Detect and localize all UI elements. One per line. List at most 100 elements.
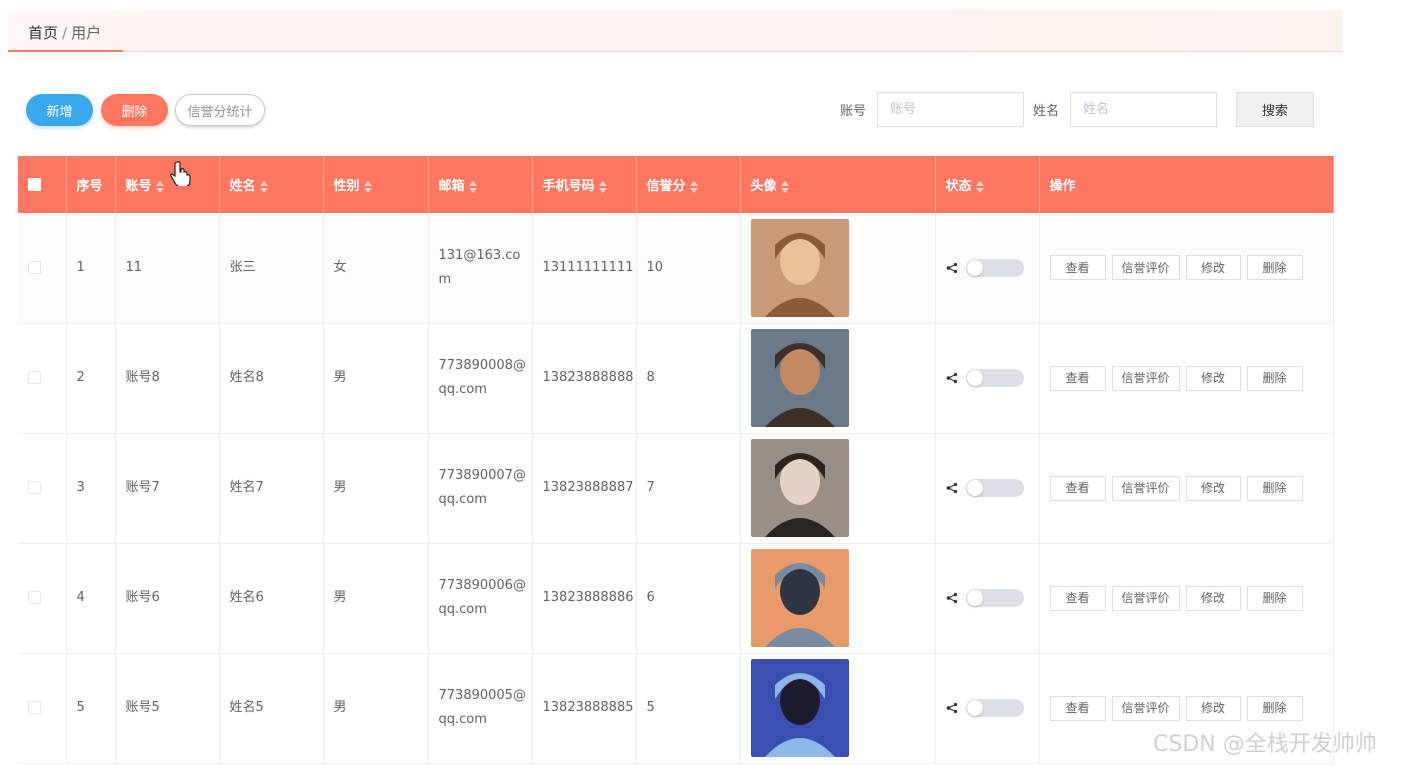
cell-account: 账号7 bbox=[115, 433, 220, 544]
cell-avatar bbox=[740, 433, 936, 544]
sort-icon[interactable] bbox=[468, 180, 477, 193]
table-row[interactable]: 2 账号8 姓名8 男 773890008@qq.com 13823888888 8 查看 信誉… bbox=[18, 323, 1334, 434]
cell-gender: 男 bbox=[323, 543, 429, 654]
view-button[interactable]: 查看 bbox=[1049, 365, 1106, 391]
header-name[interactable]: 姓名 bbox=[219, 156, 324, 213]
avatar[interactable] bbox=[750, 549, 849, 647]
status-toggle[interactable] bbox=[965, 479, 1024, 497]
view-button[interactable]: 查看 bbox=[1049, 585, 1106, 611]
sort-icon[interactable] bbox=[689, 180, 698, 193]
select-all-checkbox[interactable] bbox=[28, 178, 41, 191]
header-gender[interactable]: 性别 bbox=[323, 156, 429, 213]
cell-avatar bbox=[740, 213, 936, 324]
header-email[interactable]: 邮箱 bbox=[428, 156, 533, 213]
cell-name: 张三 bbox=[219, 213, 324, 324]
sort-icon[interactable] bbox=[598, 180, 607, 193]
search-button[interactable]: 搜索 bbox=[1236, 92, 1314, 127]
header-account[interactable]: 账号 bbox=[115, 156, 220, 213]
credit-stats-button[interactable]: 信誉分统计 bbox=[175, 94, 265, 126]
credit-rating-button[interactable]: 信誉评价 bbox=[1111, 585, 1180, 611]
share-icon bbox=[946, 372, 957, 384]
edit-button[interactable]: 修改 bbox=[1185, 585, 1241, 611]
share-icon bbox=[946, 702, 957, 714]
name-search-label: 姓名 bbox=[1033, 104, 1060, 119]
cell-name: 姓名7 bbox=[219, 433, 324, 544]
row-select-cell bbox=[18, 653, 67, 764]
row-select-cell bbox=[18, 543, 67, 654]
status-toggle[interactable] bbox=[965, 699, 1024, 717]
cell-email: 131@163.com bbox=[428, 213, 533, 324]
avatar[interactable] bbox=[750, 218, 849, 317]
table-row[interactable]: 1 11 张三女 131@163.com 13111111111 10 查看 信誉评价 修改 删除 bbox=[18, 213, 1334, 324]
cell-score: 8 bbox=[636, 323, 741, 434]
sort-icon[interactable] bbox=[975, 180, 984, 193]
cell-email: 773890008@qq.com bbox=[428, 323, 533, 434]
account-search-input[interactable] bbox=[877, 92, 1024, 127]
header-actions: 操作 bbox=[1039, 156, 1334, 213]
watermark: CSDN @全栈开发帅帅 bbox=[1153, 732, 1377, 757]
sort-icon[interactable] bbox=[363, 180, 372, 193]
header-phone[interactable]: 手机号码 bbox=[532, 156, 637, 213]
cell-score: 6 bbox=[636, 543, 741, 654]
edit-button[interactable]: 修改 bbox=[1185, 475, 1241, 501]
header-avatar[interactable]: 头像 bbox=[740, 156, 936, 213]
cell-actions: 查看 信誉评价 修改 删除 bbox=[1039, 213, 1334, 324]
edit-button[interactable]: 修改 bbox=[1185, 365, 1241, 391]
breadcrumb: 首页 / 用户 bbox=[28, 22, 101, 43]
status-toggle[interactable] bbox=[965, 369, 1024, 387]
view-button[interactable]: 查看 bbox=[1049, 475, 1106, 501]
avatar[interactable] bbox=[750, 439, 849, 537]
cell-account: 账号8 bbox=[115, 323, 220, 434]
header-score[interactable]: 信誉分 bbox=[636, 156, 741, 213]
delete-button[interactable]: 删除 bbox=[101, 94, 168, 126]
status-toggle[interactable] bbox=[965, 589, 1024, 607]
sort-icon[interactable] bbox=[155, 180, 164, 193]
row-delete-button[interactable]: 删除 bbox=[1246, 475, 1303, 501]
view-button[interactable]: 查看 bbox=[1049, 255, 1106, 281]
row-delete-button[interactable]: 删除 bbox=[1246, 255, 1303, 281]
edit-button[interactable]: 修改 bbox=[1185, 695, 1241, 721]
table-row[interactable]: 4 账号6 姓名6 男 773890006@qq.com 13823888886 6 查看 信誉… bbox=[18, 543, 1334, 654]
row-delete-button[interactable]: 删除 bbox=[1246, 585, 1303, 611]
cell-phone: 13823888887 bbox=[532, 433, 637, 544]
share-icon bbox=[946, 592, 957, 604]
row-checkbox[interactable] bbox=[28, 260, 41, 274]
name-search-input[interactable] bbox=[1070, 92, 1217, 127]
table-row[interactable]: 5 账号5 姓名5 男 773890005@qq.com 13823888885 5 查看 信誉… bbox=[18, 653, 1334, 764]
table-row[interactable]: 3 账号7 姓名7 男 773890007@qq.com 13823888887 7 查看 信誉… bbox=[18, 433, 1334, 544]
avatar[interactable] bbox=[750, 329, 849, 427]
view-button[interactable]: 查看 bbox=[1049, 695, 1106, 721]
cell-name: 姓名8 bbox=[219, 323, 324, 434]
header-status[interactable]: 状态 bbox=[935, 156, 1040, 213]
add-button[interactable]: 新增 bbox=[26, 94, 93, 126]
edit-button[interactable]: 修改 bbox=[1185, 255, 1241, 281]
sort-icon[interactable] bbox=[259, 180, 268, 193]
row-delete-button[interactable]: 删除 bbox=[1246, 695, 1303, 721]
cell-status bbox=[935, 323, 1040, 434]
credit-rating-button[interactable]: 信誉评价 bbox=[1111, 475, 1180, 501]
cell-index: 2 bbox=[66, 323, 116, 434]
cell-phone: 13823888885 bbox=[532, 653, 637, 764]
breadcrumb-home[interactable]: 首页 bbox=[28, 24, 58, 42]
row-checkbox[interactable] bbox=[28, 481, 41, 494]
row-select-cell bbox=[18, 323, 67, 434]
row-checkbox[interactable] bbox=[28, 371, 41, 384]
credit-rating-button[interactable]: 信誉评价 bbox=[1111, 695, 1180, 721]
cell-phone: 13823888888 bbox=[532, 323, 637, 434]
row-delete-button[interactable]: 删除 bbox=[1246, 365, 1303, 391]
row-checkbox[interactable] bbox=[28, 701, 41, 714]
credit-rating-button[interactable]: 信誉评价 bbox=[1111, 255, 1180, 281]
cell-status bbox=[935, 653, 1040, 764]
cell-status bbox=[935, 543, 1040, 654]
cell-email: 773890006@qq.com bbox=[428, 543, 533, 654]
sort-icon[interactable] bbox=[780, 180, 789, 193]
credit-rating-button[interactable]: 信誉评价 bbox=[1111, 365, 1180, 391]
status-toggle[interactable] bbox=[965, 258, 1024, 277]
cell-score: 10 bbox=[636, 213, 741, 324]
cell-index: 3 bbox=[66, 433, 116, 544]
cell-actions: 查看 信誉评价 修改 删除 bbox=[1039, 543, 1334, 654]
row-select-cell bbox=[18, 213, 67, 324]
row-checkbox[interactable] bbox=[28, 591, 41, 604]
avatar[interactable] bbox=[750, 659, 849, 757]
cell-phone: 13111111111 bbox=[532, 213, 637, 324]
